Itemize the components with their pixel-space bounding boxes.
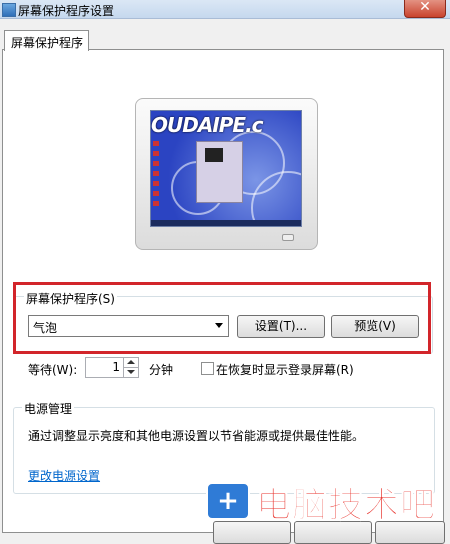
wait-unit: 分钟 [149,363,174,377]
tab-screensaver[interactable]: 屏幕保护程序 [4,30,89,51]
screensaver-select-value: 气泡 [33,321,58,335]
stepper-up-icon[interactable] [123,358,138,368]
window-title: 屏幕保护程序设置 [18,4,115,18]
plus-icon: + [206,482,250,520]
preview-taskbar [151,220,301,226]
preview-watermark: OUDAIPE.c [151,113,264,137]
close-button[interactable]: ✕ [404,0,446,18]
power-group-label: 电源管理 [22,400,75,417]
preview-button[interactable]: 预览(V) [331,315,419,338]
resume-checkbox-label: 在恢复时显示登录屏幕(R) [216,363,354,377]
app-icon [2,3,16,17]
title-bar: 屏幕保护程序设置 ✕ [0,0,450,19]
screen-preview: OUDAIPE.c [150,110,302,227]
desktop-icons [153,141,159,211]
tab-label: 屏幕保护程序 [11,36,84,50]
settings-button[interactable]: 设置(T)... [237,315,325,338]
stepper-down-icon[interactable] [123,368,138,377]
wait-label: 等待(W): [28,363,78,377]
preview-dialog-image [205,148,223,162]
monitor-power-button [282,234,294,241]
chevron-down-icon [215,323,223,328]
wait-stepper[interactable]: 1 [85,357,139,378]
resume-checkbox[interactable] [201,362,214,375]
site-watermark: 电脑技术吧 [255,486,437,527]
preview-dialog [196,141,243,203]
power-description: 通过调整显示亮度和其他电源设置以节省能源或提供最佳性能。 [28,429,365,443]
wait-value: 1 [112,360,120,374]
close-icon: ✕ [419,0,431,15]
change-power-settings-link[interactable]: 更改电源设置 [28,467,100,484]
screensaver-select[interactable]: 气泡 [28,315,229,337]
